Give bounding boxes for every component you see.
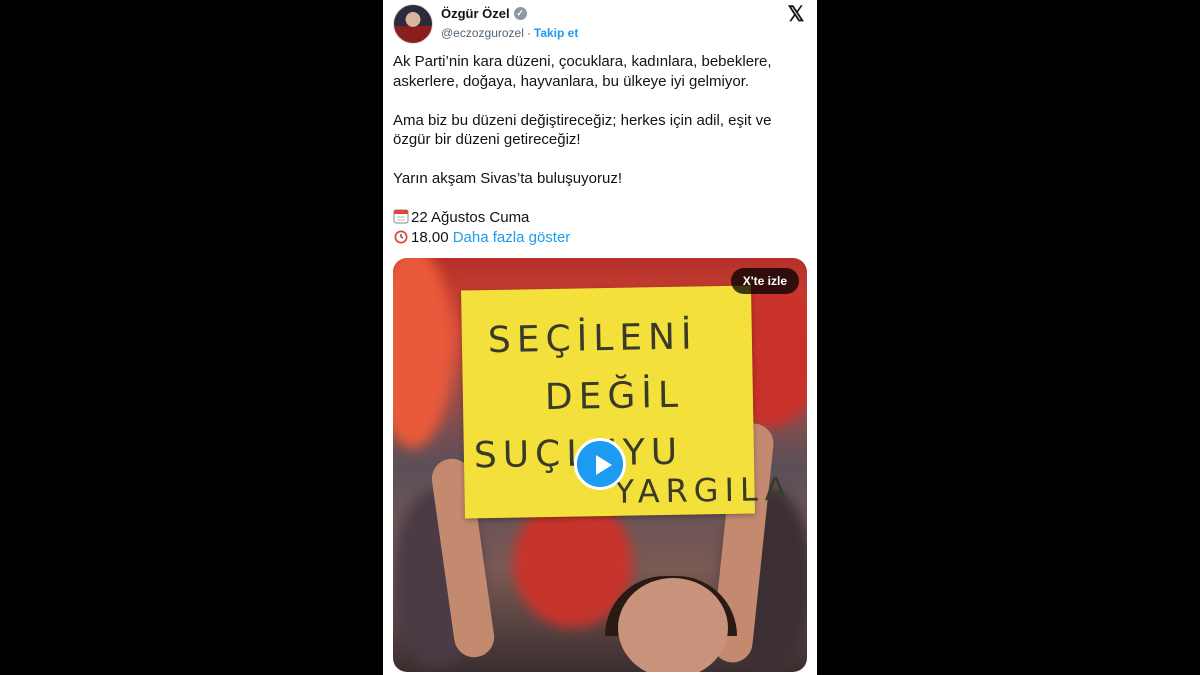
sign-text: DEĞİL <box>544 374 685 419</box>
event-date: 22 Ağustos Cuma <box>411 209 530 226</box>
author-name[interactable]: Özgür Özel <box>441 6 510 21</box>
event-time: 18.00 <box>411 228 449 246</box>
x-logo-icon[interactable]: 𝕏 <box>785 4 807 26</box>
author-name-row: Özgür Özel ✓ <box>441 6 527 21</box>
sign-text: SEÇİLENİ <box>487 316 698 362</box>
verified-badge-icon: ✓ <box>513 7 527 20</box>
tweet-text: Ak Parti’nin kara düzeni, çocuklara, kad… <box>393 52 803 247</box>
event-date-line: 22 Ağustos Cuma <box>393 208 803 228</box>
separator: · <box>526 26 531 40</box>
watch-on-x-button[interactable]: X'te izle <box>730 268 799 294</box>
play-button[interactable] <box>574 438 626 490</box>
author-handle[interactable]: @eczozgurozel <box>441 26 524 40</box>
avatar[interactable] <box>393 4 433 44</box>
tweet-card: Özgür Özel ✓ @eczozgurozel · Takip et 𝕏 … <box>383 0 817 675</box>
tweet-paragraph: Ama biz bu düzeni değiştireceğiz; herkes… <box>393 111 772 149</box>
tweet-paragraph: Yarın akşam Sivas’ta buluşuyoruz! <box>393 170 622 187</box>
tweet-paragraph: Ak Parti’nin kara düzeni, çocuklara, kad… <box>393 53 772 90</box>
tweet-header: Özgür Özel ✓ @eczozgurozel · Takip et 𝕏 <box>393 4 807 44</box>
author-handle-row: @eczozgurozel · Takip et <box>441 26 578 40</box>
person-face <box>618 578 728 672</box>
background-flag <box>393 258 453 448</box>
tweet-video[interactable]: SEÇİLENİ DEĞİL SUÇLUYU YARGILA X'te izle <box>393 258 807 672</box>
show-more-link[interactable]: Daha fazla göster <box>453 229 571 246</box>
calendar-emoji-icon <box>393 209 409 224</box>
alarm-clock-emoji-icon <box>394 230 408 243</box>
follow-button[interactable]: Takip et <box>534 26 578 40</box>
sign-text: YARGILA <box>614 469 793 511</box>
event-time-line: 18.00 Daha fazla göster <box>393 228 803 248</box>
